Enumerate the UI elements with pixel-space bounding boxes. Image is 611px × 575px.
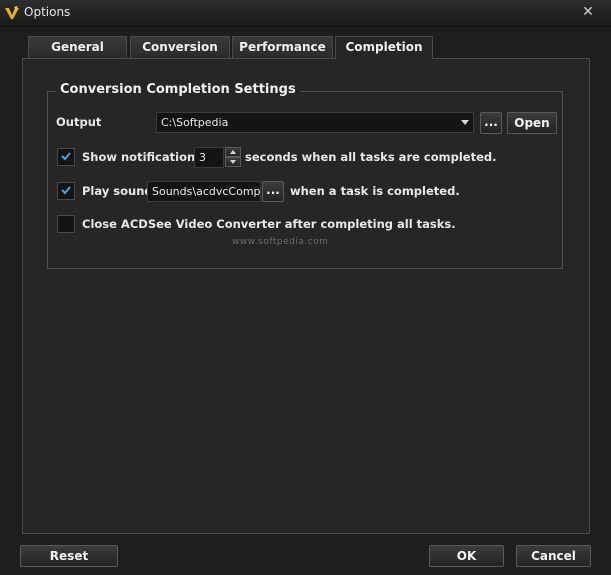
seconds-spin-down[interactable] bbox=[225, 157, 241, 167]
cancel-button[interactable]: Cancel bbox=[516, 545, 591, 567]
open-button[interactable]: Open bbox=[507, 112, 557, 134]
tab-panel-completion: Conversion Completion Settings Output C:… bbox=[22, 58, 590, 534]
reset-button[interactable]: Reset bbox=[20, 545, 118, 567]
play-sound-checkbox[interactable] bbox=[57, 182, 75, 200]
close-after-checkbox[interactable] bbox=[57, 215, 75, 233]
tab-conversion[interactable]: Conversion bbox=[130, 36, 230, 58]
group-title: Conversion Completion Settings bbox=[56, 82, 300, 97]
play-sound-suffix-label: when a task is completed. bbox=[290, 184, 460, 198]
output-browse-button[interactable]: ... bbox=[480, 112, 502, 134]
acdsee-logo-icon bbox=[5, 6, 19, 19]
close-after-label: Close ACDSee Video Converter after compl… bbox=[82, 217, 456, 231]
checkmark-icon bbox=[61, 152, 71, 161]
close-button[interactable]: ✕ bbox=[579, 3, 597, 21]
notification-suffix-label: seconds when all tasks are completed. bbox=[245, 150, 497, 164]
output-path-value: C:\Softpedia bbox=[161, 116, 229, 129]
show-notification-checkbox[interactable] bbox=[57, 148, 75, 166]
chevron-down-icon[interactable] bbox=[461, 120, 469, 125]
output-path-dropdown[interactable]: C:\Softpedia bbox=[156, 112, 474, 133]
tab-performance[interactable]: Performance bbox=[232, 36, 333, 58]
softpedia-watermark: www.softpedia.com bbox=[232, 237, 329, 247]
seconds-spin-up[interactable] bbox=[225, 147, 241, 157]
sound-browse-button[interactable]: ... bbox=[262, 181, 284, 202]
output-label: Output bbox=[56, 115, 102, 129]
checkmark-icon bbox=[61, 186, 71, 195]
play-sound-label: Play sound bbox=[82, 184, 153, 198]
sound-file-input[interactable]: Sounds\acdvcComplet bbox=[147, 181, 261, 202]
notification-seconds-input[interactable]: 3 bbox=[194, 147, 224, 168]
ok-button[interactable]: OK bbox=[429, 545, 504, 567]
tab-completion[interactable]: Completion bbox=[335, 36, 433, 59]
title-bar: Options ✕ bbox=[0, 0, 611, 27]
window-title: Options bbox=[24, 5, 71, 19]
tab-general[interactable]: General bbox=[28, 36, 127, 58]
show-notification-label: Show notification fo bbox=[82, 150, 213, 164]
